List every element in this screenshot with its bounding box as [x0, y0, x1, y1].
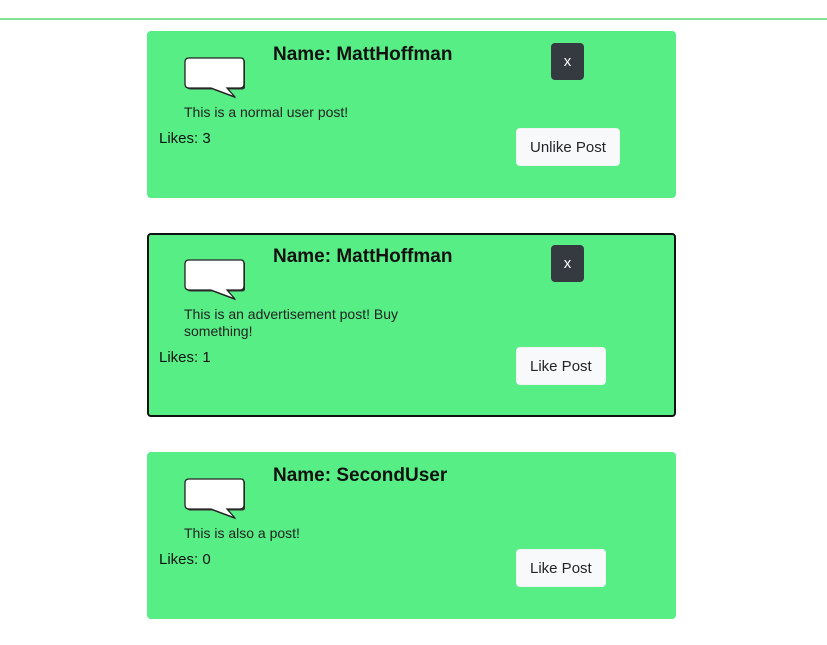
- post-author-name: Name: MattHoffman: [273, 44, 453, 65]
- speech-bubble-icon: [184, 259, 245, 301]
- unlike-post-button[interactable]: Unlike Post: [516, 128, 620, 166]
- post-text: This is an advertisement post! Buy somet…: [184, 306, 398, 339]
- advertisement-post-card: Name: MattHoffman x This is an advertise…: [147, 233, 676, 417]
- delete-post-button[interactable]: x: [551, 43, 584, 80]
- like-post-button[interactable]: Like Post: [516, 549, 606, 587]
- post-card: Name: MattHoffman x This is a normal use…: [147, 31, 676, 198]
- post-text: This is a normal user post!: [184, 104, 349, 120]
- likes-count: Likes: 1: [159, 349, 211, 366]
- post-author-name: Name: MattHoffman: [273, 246, 453, 267]
- delete-post-button[interactable]: x: [551, 245, 584, 282]
- post-card: Name: SecondUser This is also a post! Li…: [147, 452, 676, 619]
- like-post-button[interactable]: Like Post: [516, 347, 606, 385]
- top-divider: [0, 18, 827, 20]
- post-text: This is also a post!: [184, 525, 300, 541]
- likes-count: Likes: 0: [159, 551, 211, 568]
- post-author-name: Name: SecondUser: [273, 465, 448, 486]
- speech-bubble-icon: [184, 478, 245, 520]
- likes-count: Likes: 3: [159, 130, 211, 147]
- speech-bubble-icon: [184, 57, 245, 99]
